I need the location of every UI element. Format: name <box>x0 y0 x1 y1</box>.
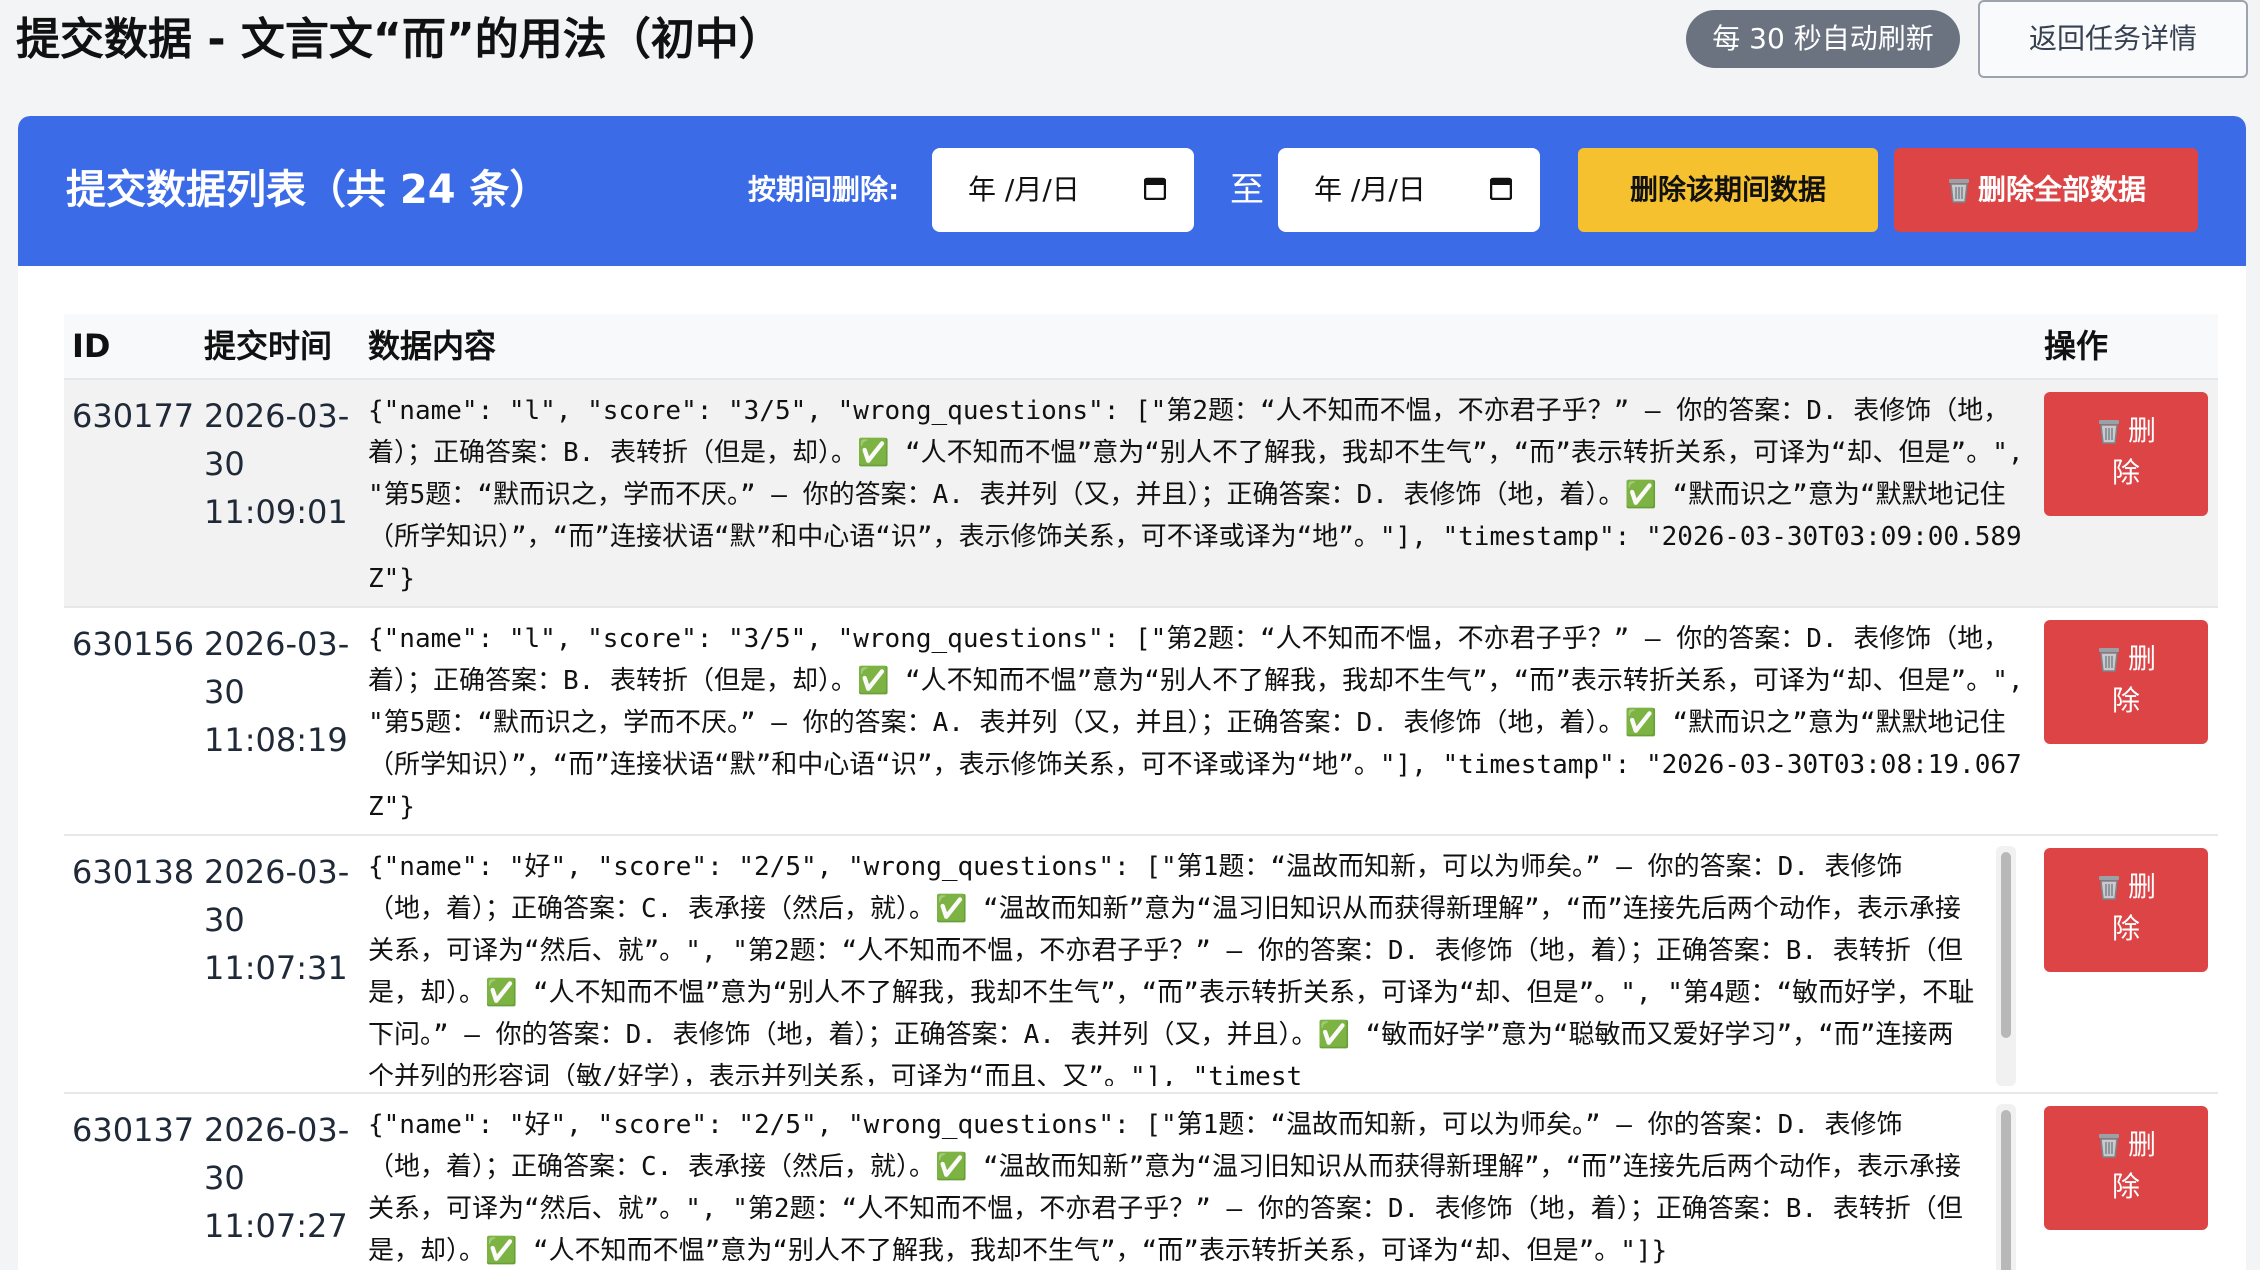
row-date-day: 30 <box>204 445 245 483</box>
table-header: ID 提交时间 数据内容 操作 <box>64 314 2218 380</box>
delete-all-button[interactable]: 删除全部数据 <box>1894 148 2198 232</box>
column-header-time: 提交时间 <box>204 327 333 365</box>
row-delete-label-1: 删 <box>2127 1128 2156 1161</box>
table-row: 630177 2026-03- 30 11:09:01 {"name": "l"… <box>64 380 2218 608</box>
row-delete-label-2: 除 <box>2111 912 2140 945</box>
back-to-task-button[interactable]: 返回任务详情 <box>1978 0 2248 78</box>
row-delete-button[interactable]: 删 除 <box>2044 620 2208 744</box>
row-clock: 11:08:19 <box>204 721 348 759</box>
row-content: {"name": "好", "score": "2/5", "wrong_que… <box>368 1110 1963 1266</box>
calendar-icon[interactable] <box>1490 176 1512 200</box>
row-delete-button[interactable]: 删 除 <box>2044 848 2208 972</box>
row-date-day: 30 <box>204 673 245 711</box>
calendar-icon[interactable] <box>1144 176 1166 200</box>
column-header-actions: 操作 <box>2044 327 2109 365</box>
column-header-id: ID <box>72 327 111 365</box>
row-delete-label-2: 除 <box>2111 1170 2140 1203</box>
row-time: 2026-03- 30 11:07:31 <box>204 848 354 992</box>
row-id: 630177 <box>72 397 195 435</box>
row-delete-label-2: 除 <box>2111 684 2140 717</box>
range-delete-label: 按期间删除: <box>748 173 900 206</box>
scrollbar-thumb[interactable] <box>2001 1110 2011 1270</box>
start-date-input[interactable]: 年 /月/日 <box>932 148 1194 232</box>
row-content: {"name": "好", "score": "2/5", "wrong_que… <box>368 852 1975 1086</box>
row-delete-label-1: 删 <box>2127 642 2156 675</box>
row-id: 630138 <box>72 853 195 891</box>
row-delete-label-1: 删 <box>2127 870 2156 903</box>
trash-icon <box>2098 648 2119 672</box>
row-delete-button[interactable]: 删 除 <box>2044 1106 2208 1230</box>
auto-refresh-badge: 每 30 秒自动刷新 <box>1686 10 1960 68</box>
row-time: 2026-03- 30 11:09:01 <box>204 392 354 536</box>
delete-range-button[interactable]: 删除该期间数据 <box>1578 148 1878 232</box>
start-date-placeholder: 年 /月/日 <box>968 173 1080 206</box>
row-id: 630137 <box>72 1111 195 1149</box>
submissions-card: 提交数据列表（共 24 条） 按期间删除: 年 /月/日 至 年 /月/日 删除… <box>18 116 2246 1270</box>
row-delete-label-1: 删 <box>2127 414 2156 447</box>
row-date: 2026-03- <box>204 625 350 663</box>
row-date-day: 30 <box>204 1159 245 1197</box>
row-date: 2026-03- <box>204 397 350 435</box>
page-title: 提交数据 - 文言文“而”的用法（初中） <box>16 14 783 65</box>
row-clock: 11:07:27 <box>204 1207 348 1245</box>
card-header: 提交数据列表（共 24 条） 按期间删除: 年 /月/日 至 年 /月/日 删除… <box>18 116 2246 266</box>
end-date-placeholder: 年 /月/日 <box>1314 173 1426 206</box>
to-label: 至 <box>1230 170 1264 210</box>
row-date: 2026-03- <box>204 853 350 891</box>
row-date: 2026-03- <box>204 1111 350 1149</box>
row-date-day: 30 <box>204 901 245 939</box>
content-scrollbar[interactable] <box>1996 1104 2016 1270</box>
trash-icon <box>2098 420 2119 444</box>
table-row: 630156 2026-03- 30 11:08:19 {"name": "l"… <box>64 608 2218 836</box>
row-content: {"name": "l", "score": "3/5", "wrong_que… <box>368 624 2024 822</box>
row-time: 2026-03- 30 11:08:19 <box>204 620 354 764</box>
row-id: 630156 <box>72 625 195 663</box>
end-date-input[interactable]: 年 /月/日 <box>1278 148 1540 232</box>
row-delete-label-2: 除 <box>2111 456 2140 489</box>
list-title: 提交数据列表（共 24 条） <box>66 167 550 213</box>
table-row: 630137 2026-03- 30 11:07:27 {"name": "好"… <box>64 1094 2218 1270</box>
trash-icon <box>1948 179 1969 203</box>
submissions-table: ID 提交时间 数据内容 操作 630177 2026-03- 30 11:09… <box>64 314 2218 1270</box>
scrollbar-thumb[interactable] <box>2001 852 2011 1038</box>
delete-all-label: 删除全部数据 <box>1977 173 2146 206</box>
trash-icon <box>2098 1134 2119 1158</box>
page-header: 提交数据 - 文言文“而”的用法（初中） 每 30 秒自动刷新 返回任务详情 <box>0 0 2260 116</box>
content-scrollbar[interactable] <box>1996 846 2016 1086</box>
table-row: 630138 2026-03- 30 11:07:31 {"name": "好"… <box>64 836 2218 1094</box>
column-header-content: 数据内容 <box>368 327 497 365</box>
row-content: {"name": "l", "score": "3/5", "wrong_que… <box>368 396 2024 594</box>
row-time: 2026-03- 30 11:07:27 <box>204 1106 354 1250</box>
row-clock: 11:07:31 <box>204 949 348 987</box>
row-delete-button[interactable]: 删 除 <box>2044 392 2208 516</box>
trash-icon <box>2098 876 2119 900</box>
row-clock: 11:09:01 <box>204 493 348 531</box>
